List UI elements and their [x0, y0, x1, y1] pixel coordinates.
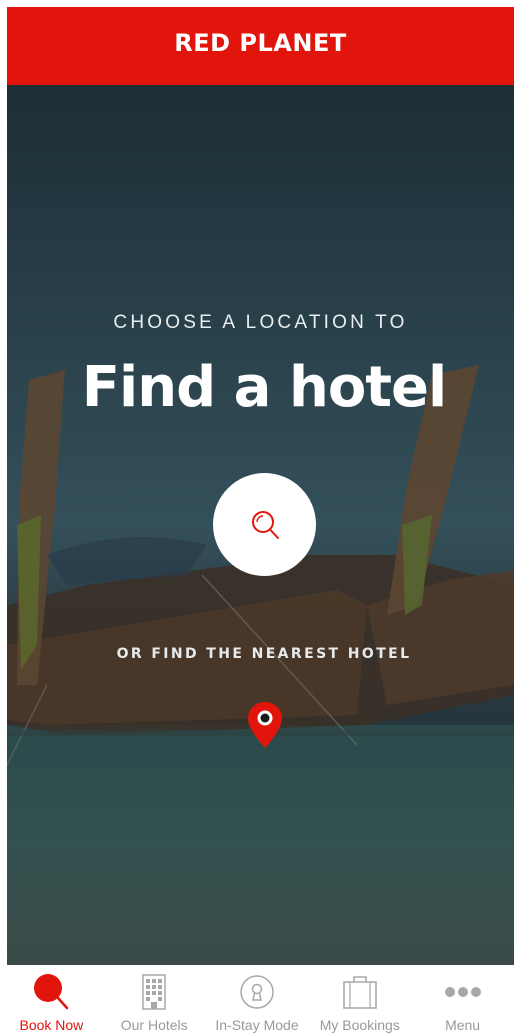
choose-location-label: CHOOSE A LOCATION TO [113, 312, 408, 333]
tab-label: Menu [445, 1017, 481, 1033]
suitcase-icon [343, 976, 377, 1009]
tab-label: In-Stay Mode [215, 1017, 299, 1033]
hero-section: CHOOSE A LOCATION TO Find a hotel OR FIN… [7, 85, 514, 965]
map-pin-icon[interactable] [247, 701, 283, 749]
status-strip [0, 0, 514, 7]
tab-in-stay-mode[interactable]: In-Stay Mode [206, 965, 309, 1033]
search-location-button[interactable] [213, 473, 316, 576]
find-hotel-title: Find a hotel [81, 355, 447, 420]
search-icon [34, 974, 69, 1010]
more-dots-icon [444, 987, 481, 997]
tab-menu[interactable]: Menu [411, 965, 514, 1033]
tab-label: Our Hotels [120, 1017, 188, 1033]
keyhole-icon [240, 975, 274, 1009]
bottom-tab-bar: Book Now Our Hotels In-Stay Mode My Book… [0, 965, 514, 1033]
app-header: RED PLANET [7, 7, 514, 85]
tab-our-hotels[interactable]: Our Hotels [103, 965, 206, 1033]
building-icon [142, 974, 166, 1010]
app-screen: RED PLANET CHOOSE A LOCATION TO Find a h… [7, 7, 514, 965]
tab-book-now[interactable]: Book Now [0, 965, 103, 1033]
tab-label: My Bookings [319, 1017, 400, 1033]
tab-my-bookings[interactable]: My Bookings [308, 965, 411, 1033]
brand-logo: RED PLANET [174, 29, 347, 57]
search-icon [251, 510, 279, 539]
tab-label: Book Now [19, 1017, 84, 1033]
nearest-hotel-label: OR FIND THE NEAREST HOTEL [116, 646, 412, 662]
